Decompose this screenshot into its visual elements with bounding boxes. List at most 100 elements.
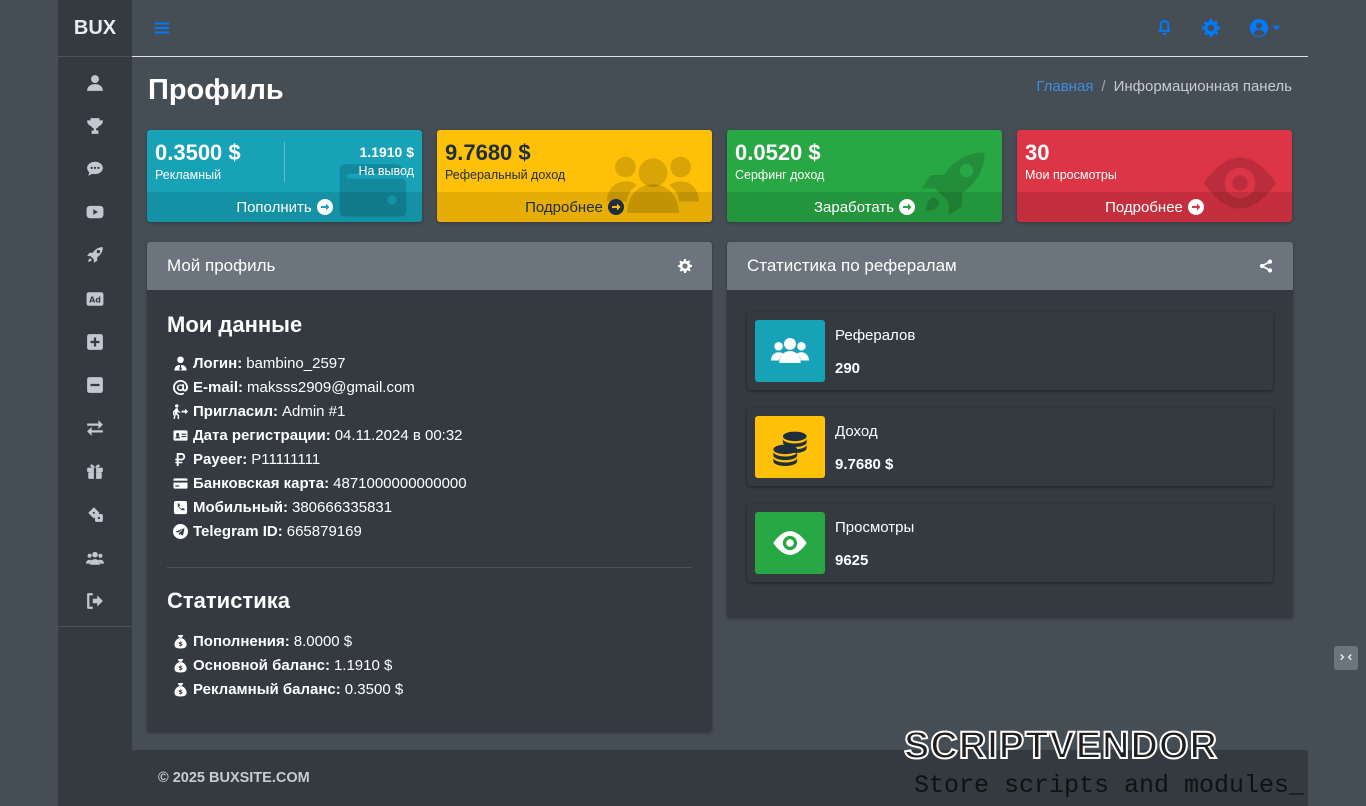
- main-balance-value: 1.1910 $: [333, 656, 393, 674]
- sidebar-item-ads[interactable]: Ad: [58, 277, 132, 320]
- sidebar-item-surfing[interactable]: [58, 234, 132, 277]
- coins-icon: [773, 431, 807, 466]
- sidebar-item-withdraw[interactable]: [58, 363, 132, 406]
- breadcrumb-separator: /: [1101, 78, 1106, 95]
- email-row: E-mail: maksss2909@gmail.com: [173, 375, 692, 399]
- exchange-icon: [87, 420, 103, 436]
- trophy-icon: [87, 117, 103, 134]
- gear-icon[interactable]: [1202, 19, 1220, 37]
- invited-row: Пригласил: Admin #1: [173, 399, 692, 423]
- control-sidebar-toggle[interactable]: [1334, 646, 1358, 670]
- money-bag-icon: $: [174, 658, 187, 673]
- arrow-circle-right-icon: [1187, 199, 1204, 215]
- ad-balance-row: $ Рекламный баланс: 0.3500 $: [173, 677, 692, 701]
- brand-logo[interactable]: BUX: [58, 0, 132, 57]
- mobile-label: Мобильный:: [193, 498, 288, 516]
- sidebar-item-videos[interactable]: [58, 191, 132, 234]
- deposits-label: Пополнения:: [193, 632, 290, 650]
- deposit-link[interactable]: Пополнить: [147, 192, 422, 222]
- breadcrumb: Главная / Информационная панель: [1036, 78, 1292, 95]
- share-icon[interactable]: [1259, 259, 1273, 273]
- main-balance-label: Основной баланс:: [193, 656, 330, 674]
- user-tie-icon: [174, 355, 187, 371]
- views-more-link[interactable]: Подробнее: [1017, 192, 1292, 222]
- sidebar-item-exchange[interactable]: [58, 407, 132, 450]
- arrow-circle-right-icon: [607, 199, 624, 215]
- svg-text:Store scripts and modules_: Store scripts and modules_: [914, 771, 1305, 800]
- box-ad-balance: 0.3500 $ Рекламный 1.1910 $ На вывод Поп…: [147, 130, 422, 222]
- my-views-label: Мои просмотры: [1025, 168, 1117, 182]
- views-title: Просмотры: [835, 519, 915, 536]
- sidebar-item-referrals[interactable]: [58, 536, 132, 579]
- phone-square-icon: [173, 500, 188, 514]
- ad-icon: Ad: [86, 291, 104, 306]
- surfing-income-label: Серфинг доход: [735, 168, 825, 182]
- ad-balance-label: Рекламный: [155, 168, 222, 182]
- views-more-label: Подробнее: [1105, 198, 1183, 216]
- income-value: 9.7680 $: [835, 456, 894, 473]
- plus-square-icon: [87, 333, 103, 350]
- sidebar-item-profile[interactable]: [58, 61, 132, 104]
- users-icon: [771, 337, 809, 363]
- mobile-row: Мобильный: 380666335831: [173, 495, 692, 519]
- withdraw-balance-value: 1.1910 $: [359, 144, 415, 160]
- earn-link-label: Заработать: [813, 198, 895, 216]
- arrow-circle-right-icon: [316, 199, 333, 215]
- registration-date-value: 04.11.2024 в 00:32: [334, 426, 463, 444]
- gear-icon[interactable]: [678, 259, 692, 273]
- at-icon: [173, 379, 188, 395]
- comment-icon: [87, 161, 103, 176]
- svg-text:$: $: [178, 688, 183, 696]
- sidebar-item-chat[interactable]: [58, 147, 132, 190]
- eye-icon: [773, 531, 807, 555]
- referral-more-link[interactable]: Подробнее: [437, 192, 712, 222]
- svg-text:Ad: Ad: [89, 295, 101, 304]
- gift-icon: [87, 464, 103, 480]
- sidebar-item-games[interactable]: [58, 493, 132, 536]
- sidebar-divider: [58, 626, 132, 627]
- registration-date-label: Дата регистрации:: [193, 426, 331, 444]
- email-value: maksss2909@gmail.com: [247, 378, 415, 396]
- views-box: Просмотры 9625: [747, 504, 1273, 582]
- chevron-down-icon[interactable]: [1272, 23, 1281, 32]
- telegram-icon: [173, 523, 188, 539]
- page-title: Профиль: [148, 74, 284, 106]
- mobile-value: 380666335831: [291, 498, 393, 516]
- sidebar: BUX Ad: [58, 0, 132, 806]
- profile-card: Мой профиль Мои данные Логин: bambino_259…: [147, 242, 712, 732]
- bell-icon[interactable]: [1156, 19, 1173, 36]
- deposits-value: 8.0000 $: [293, 632, 353, 650]
- invited-label: Пригласил:: [193, 402, 278, 420]
- person-arrow-icon: [173, 403, 188, 419]
- breadcrumb-home-link[interactable]: Главная: [1036, 78, 1093, 95]
- box-referral-income: 9.7680 $ Реферальный доход Подробнее: [437, 130, 712, 222]
- user-icon: [87, 74, 103, 91]
- sidebar-item-contests[interactable]: [58, 104, 132, 147]
- views-value: 9625: [835, 552, 869, 569]
- youtube-icon: [86, 205, 104, 219]
- bank-card-value: 4871000000000000: [333, 474, 467, 492]
- ad-balance-row-value: 0.3500 $: [344, 680, 404, 698]
- dice-icon: [88, 507, 103, 523]
- ad-balance-value: 0.3500 $: [155, 140, 241, 165]
- user-circle-icon[interactable]: [1250, 19, 1268, 37]
- referrals-title: Рефералов: [835, 327, 916, 344]
- earn-link[interactable]: Заработать: [727, 192, 1002, 222]
- surfing-income-value: 0.0520 $: [735, 140, 821, 165]
- sidebar-item-logout[interactable]: [58, 579, 132, 622]
- hamburger-menu-icon[interactable]: [154, 20, 170, 36]
- sidebar-item-bonus[interactable]: [58, 450, 132, 493]
- referrals-icon-box: [755, 320, 825, 382]
- section-divider: [167, 567, 692, 568]
- arrow-circle-right-icon: [899, 199, 916, 215]
- payeer-label: Payeer:: [193, 450, 248, 468]
- referral-income-box: Доход 9.7680 $: [747, 408, 1273, 486]
- sidebar-item-deposit[interactable]: [58, 320, 132, 363]
- invited-value: Admin #1: [282, 402, 346, 420]
- income-title: Доход: [835, 423, 878, 440]
- referral-stats-title: Статистика по рефералам: [747, 256, 957, 275]
- referral-more-label: Подробнее: [525, 198, 603, 216]
- profile-card-header: Мой профиль: [147, 242, 712, 290]
- money-bag-icon: $: [174, 634, 187, 649]
- email-label: E-mail:: [193, 378, 244, 396]
